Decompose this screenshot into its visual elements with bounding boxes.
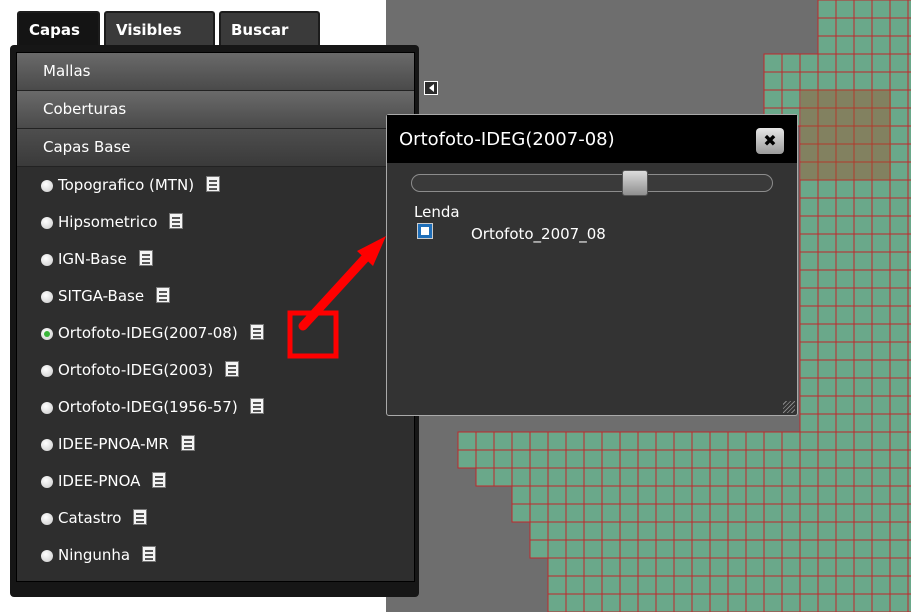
legend-icon[interactable] [152, 472, 167, 488]
close-button[interactable]: ✖ [756, 128, 784, 154]
layer-radio[interactable] [41, 291, 53, 303]
section-mallas[interactable]: Mallas [17, 53, 414, 91]
legend-icon[interactable] [133, 509, 148, 525]
legend-icon[interactable] [206, 176, 221, 192]
layers-accordion: Mallas Coberturas Capas Base Topografico… [16, 52, 415, 582]
layer-legend-icon [417, 223, 433, 239]
layer-label: Hipsometrico [58, 213, 158, 231]
layer-item[interactable]: IDEE-PNOA [17, 463, 414, 500]
tab-buscar[interactable]: Buscar [219, 11, 320, 47]
layer-item[interactable]: Ortofoto-IDEG(2007-08) [17, 315, 414, 352]
layer-label: Ortofoto-IDEG(1956-57) [58, 398, 238, 416]
layer-radio[interactable] [41, 476, 53, 488]
section-capas-base[interactable]: Capas Base [17, 129, 414, 167]
legend-icon[interactable] [142, 546, 157, 562]
layer-item[interactable]: IDEE-PNOA-MR [17, 426, 414, 463]
layer-label: IGN-Base [58, 250, 127, 268]
legend-icon[interactable] [169, 213, 184, 229]
layer-item[interactable]: Hipsometrico [17, 204, 414, 241]
layer-radio[interactable] [41, 180, 53, 192]
resize-grip[interactable] [783, 401, 795, 413]
layer-info-popup: Ortofoto-IDEG(2007-08) ✖ Lenda Ortofoto_… [386, 114, 798, 416]
layer-radio[interactable] [41, 217, 53, 229]
opacity-slider-thumb[interactable] [622, 170, 649, 196]
layer-label: Ningunha [58, 546, 131, 564]
layer-radio[interactable] [41, 328, 53, 340]
section-coberturas[interactable]: Coberturas [17, 91, 414, 129]
layer-item[interactable]: Ningunha [17, 537, 414, 574]
layer-radio[interactable] [41, 439, 53, 451]
popup-header[interactable]: Ortofoto-IDEG(2007-08) ✖ [387, 115, 797, 163]
opacity-slider[interactable] [411, 170, 773, 196]
layer-label: Ortofoto-IDEG(2003) [58, 361, 214, 379]
layer-radio[interactable] [41, 365, 53, 377]
legend-icon[interactable] [138, 250, 153, 266]
layers-panel: Mallas Coberturas Capas Base Topografico… [10, 45, 419, 597]
collapse-panel-button[interactable] [424, 81, 438, 95]
layer-label: Catastro [58, 509, 122, 527]
layer-item[interactable]: Ortofoto-IDEG(2003) [17, 352, 414, 389]
tab-capas[interactable]: Capas [17, 11, 100, 49]
popup-title: Ortofoto-IDEG(2007-08) [399, 129, 615, 150]
layer-item[interactable]: Topografico (MTN) [17, 167, 414, 204]
layer-item[interactable]: Catastro [17, 500, 414, 537]
legend-icon[interactable] [249, 324, 264, 340]
close-icon: ✖ [763, 131, 777, 150]
layer-item[interactable]: Ortofoto-IDEG(1956-57) [17, 389, 414, 426]
layer-label: SITGA-Base [58, 287, 145, 305]
layer-radio[interactable] [41, 254, 53, 266]
layer-radio[interactable] [41, 402, 53, 414]
layer-radio[interactable] [41, 550, 53, 562]
layer-label: IDEE-PNOA-MR [58, 435, 169, 453]
base-layer-list: Topografico (MTN) Hipsometrico IGN-Base SIT… [17, 167, 414, 574]
legend-icon[interactable] [156, 287, 171, 303]
layer-item[interactable]: IGN-Base [17, 241, 414, 278]
layer-label: IDEE-PNOA [58, 472, 141, 490]
legend-title: Lenda [414, 203, 460, 221]
legend-icon[interactable] [180, 435, 195, 451]
tab-visibles[interactable]: Visibles [104, 11, 215, 47]
legend-item-label: Ortofoto_2007_08 [471, 225, 606, 243]
legend-icon[interactable] [225, 361, 240, 377]
layer-label: Topografico (MTN) [58, 176, 195, 194]
layer-item[interactable]: SITGA-Base [17, 278, 414, 315]
legend-icon[interactable] [249, 398, 264, 414]
layer-radio[interactable] [41, 513, 53, 525]
layer-label: Ortofoto-IDEG(2007-08) [58, 324, 238, 342]
